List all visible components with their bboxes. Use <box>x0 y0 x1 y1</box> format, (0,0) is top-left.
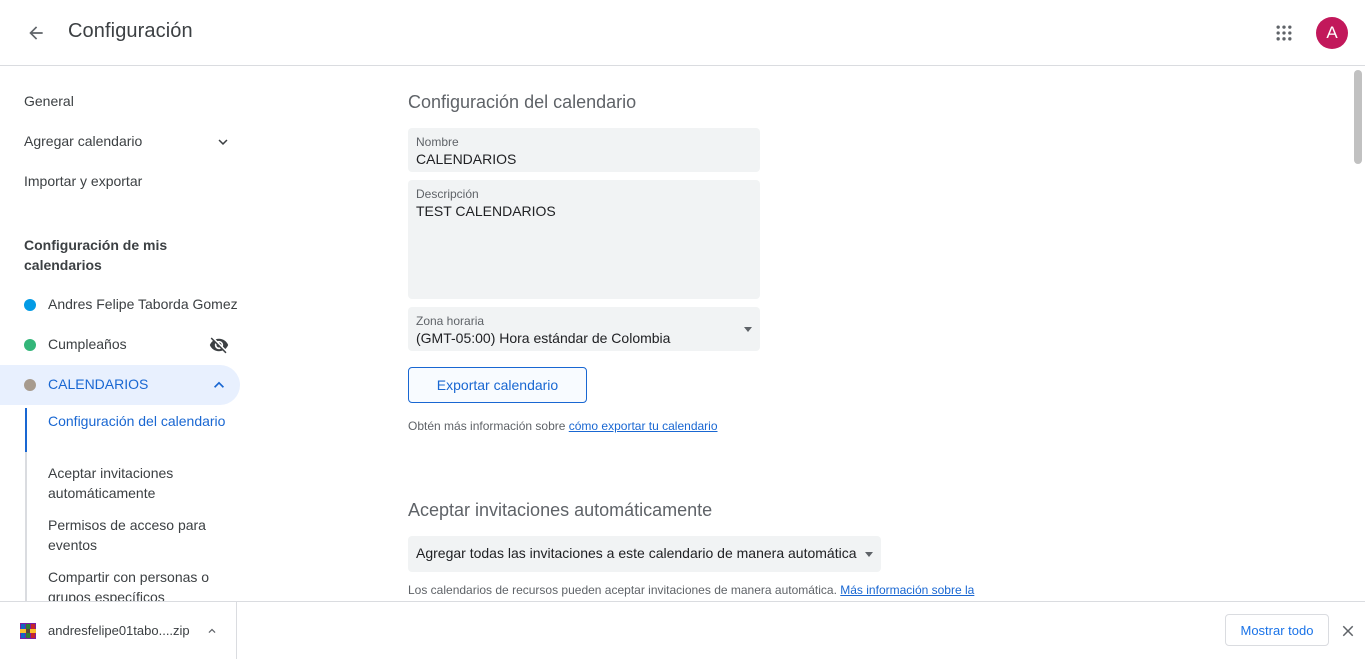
scrollbar-thumb[interactable] <box>1354 70 1362 164</box>
export-help-link[interactable]: cómo exportar tu calendario <box>569 419 718 433</box>
auto-accept-help-prefix: Los calendarios de recursos pueden acept… <box>408 583 841 597</box>
calendar-name: Cumpleaños <box>48 336 127 352</box>
auto-accept-help-text: Los calendarios de recursos pueden acept… <box>408 582 988 601</box>
sidebar-subitem-calendar-settings[interactable]: Configuración del calendario <box>48 411 228 431</box>
sidebar-item-import-export[interactable]: Importar y exportar <box>24 173 142 189</box>
sidebar-item-general[interactable]: General <box>24 93 74 109</box>
calendar-settings-heading: Configuración del calendario <box>408 92 637 112</box>
timezone-select[interactable]: Zona horaria (GMT-05:00) Hora estándar d… <box>408 307 760 351</box>
downloads-bar: andresfelipe01tabo....zip Mostrar todo <box>0 601 1365 659</box>
chevron-down-icon[interactable] <box>214 133 232 151</box>
timezone-label: Zona horaria <box>416 314 485 328</box>
apps-grid-icon <box>1276 25 1292 41</box>
apps-button[interactable] <box>1268 17 1300 49</box>
sidebar-calendar-calendarios[interactable]: CALENDARIOS <box>0 365 240 405</box>
name-field[interactable]: Nombre CALENDARIOS <box>408 128 760 172</box>
name-value: CALENDARIOS <box>416 151 517 167</box>
sidebar-calendar-cumpleanos[interactable]: Cumpleaños <box>0 325 240 365</box>
description-label: Descripción <box>416 187 479 201</box>
chevron-up-icon[interactable] <box>205 624 219 638</box>
settings-sidebar: General Agregar calendario Importar y ex… <box>0 66 260 601</box>
auto-accept-heading: Aceptar invitaciones automáticamente <box>408 500 713 520</box>
settings-main: Configuración del calendario Nombre CALE… <box>260 66 1350 601</box>
sidebar-calendar-andres[interactable]: Andres Felipe Taborda Gomez <box>0 285 240 325</box>
sidebar-item-add-calendar[interactable]: Agregar calendario <box>24 133 142 149</box>
calendar-color-dot <box>24 339 36 351</box>
timezone-value: (GMT-05:00) Hora estándar de Colombia <box>416 330 671 346</box>
chevron-up-icon[interactable] <box>209 375 229 395</box>
page-title: Configuración <box>68 20 193 42</box>
back-button[interactable] <box>20 17 52 49</box>
description-field[interactable]: Descripción TEST CALENDARIOS <box>408 180 760 299</box>
show-all-downloads-button[interactable]: Mostrar todo <box>1225 614 1329 646</box>
dropdown-arrow-icon <box>865 552 873 557</box>
arrow-back-icon <box>29 26 43 40</box>
auto-accept-value: Agregar todas las invitaciones a este ca… <box>416 545 857 561</box>
archive-file-icon <box>20 623 36 639</box>
name-label: Nombre <box>416 135 459 149</box>
auto-accept-select[interactable]: Agregar todas las invitaciones a este ca… <box>408 536 881 572</box>
calendar-color-dot <box>24 299 36 311</box>
description-value: TEST CALENDARIOS <box>416 203 556 219</box>
export-help-text: Obtén más información sobre cómo exporta… <box>408 419 718 433</box>
my-calendars-heading: Configuración de mis calendarios <box>24 237 168 273</box>
submenu-active-indicator <box>25 408 27 452</box>
calendar-name: Andres Felipe Taborda Gomez <box>48 296 238 312</box>
download-item[interactable]: andresfelipe01tabo....zip <box>0 602 237 659</box>
account-avatar[interactable]: A <box>1316 17 1348 49</box>
close-icon[interactable] <box>1339 622 1357 640</box>
sidebar-subitem-share[interactable]: Compartir con personas o grupos específi… <box>48 567 228 601</box>
dropdown-arrow-icon <box>744 327 752 332</box>
calendar-color-dot <box>24 379 36 391</box>
calendar-name: CALENDARIOS <box>48 376 149 392</box>
page-scrollbar[interactable] <box>1350 66 1365 601</box>
sidebar-subitem-auto-accept[interactable]: Aceptar invitaciones automáticamente <box>48 463 228 503</box>
download-file-name: andresfelipe01tabo....zip <box>48 623 190 638</box>
top-bar: Configuración A <box>0 0 1365 66</box>
export-help-prefix: Obtén más información sobre <box>408 419 569 433</box>
sidebar-subitem-access-permissions[interactable]: Permisos de acceso para eventos <box>48 515 228 555</box>
export-calendar-button[interactable]: Exportar calendario <box>408 367 587 403</box>
visibility-off-icon[interactable] <box>209 335 229 355</box>
